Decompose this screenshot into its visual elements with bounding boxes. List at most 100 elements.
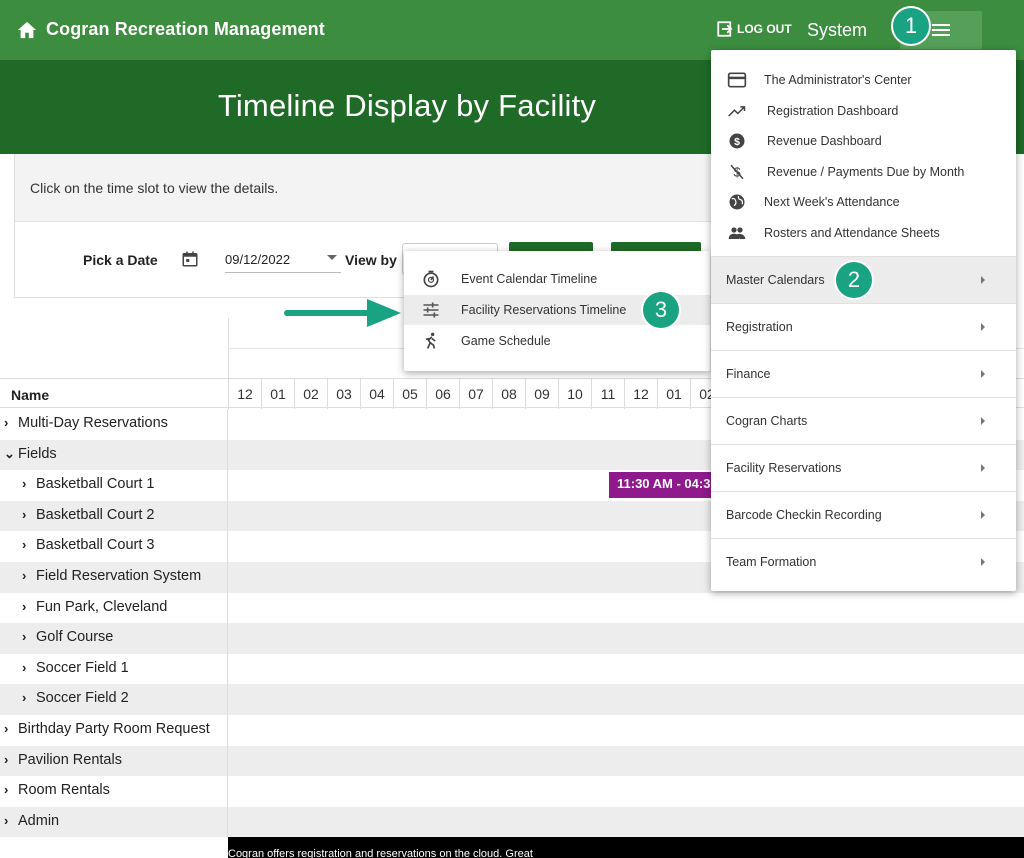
hour-label: 01 [261, 379, 294, 409]
row-label: Admin [18, 812, 60, 829]
menu-item-rosters-attendance[interactable]: Rosters and Attendance Sheets [711, 218, 1016, 248]
money-off-icon: $ [730, 165, 744, 180]
table-row[interactable]: › Soccer Field 2 [0, 684, 1024, 715]
chevron-right-icon[interactable]: › [22, 568, 32, 583]
menu-submenu-cogran-charts[interactable]: Cogran Charts [711, 398, 1016, 444]
row-name-cell[interactable]: › Multi-Day Reservations [0, 409, 228, 440]
hour-label: 08 [492, 379, 525, 409]
table-row[interactable]: › Admin [0, 806, 1024, 838]
chevron-right-icon[interactable]: › [22, 690, 32, 705]
system-label[interactable]: System [807, 20, 867, 41]
menu-item-administrators-center[interactable]: The Administrator's Center [711, 65, 1016, 95]
footer-banner: Cogran offers registration and reservati… [228, 837, 1024, 858]
pick-date-label: Pick a Date [83, 252, 158, 268]
row-name-cell[interactable]: › Basketball Court 1 [0, 470, 228, 501]
row-name-cell[interactable]: › Admin [0, 806, 228, 838]
chevron-right-icon [981, 417, 985, 425]
home-icon[interactable] [16, 20, 38, 40]
hour-label: 02 [294, 379, 327, 409]
row-name-cell[interactable]: › Golf Course [0, 623, 228, 654]
page-title: Timeline Display by Facility [217, 88, 597, 123]
menu-item-registration-dashboard[interactable]: Registration Dashboard [711, 96, 1016, 126]
menu-item-label: Revenue Dashboard [767, 134, 882, 148]
row-label: Fields [18, 445, 57, 462]
menu-submenu-facility-reservations[interactable]: Facility Reservations [711, 445, 1016, 491]
view-by-label: View by [345, 252, 397, 268]
logout-button[interactable]: LOG OUT [716, 20, 792, 38]
row-label: Soccer Field 2 [36, 690, 129, 707]
submenu-label: Game Schedule [461, 334, 551, 348]
hour-label: 10 [558, 379, 591, 409]
app-title[interactable]: Cogran Recreation Management [46, 19, 325, 40]
row-name-cell[interactable]: › Field Reservation System [0, 561, 228, 593]
chevron-right-icon [981, 276, 985, 284]
chevron-down-icon[interactable] [327, 255, 337, 260]
chevron-right-icon[interactable]: › [4, 813, 14, 828]
submenu-label: Event Calendar Timeline [461, 272, 598, 286]
chevron-right-icon[interactable]: › [4, 752, 14, 767]
logout-icon [717, 21, 733, 37]
menu-item-label: Registration Dashboard [767, 104, 899, 118]
row-label: Pavilion Rentals [18, 751, 122, 768]
submenu-title: Master Calendars [726, 273, 825, 287]
date-input[interactable]: 09/12/2022 [225, 245, 341, 273]
dollar-circle-icon: $ [729, 133, 745, 149]
menu-item-next-weeks-attendance[interactable]: Next Week's Attendance [711, 187, 1016, 217]
row-name-cell[interactable]: › Birthday Party Room Request [0, 714, 228, 746]
table-row[interactable]: › Soccer Field 1 [0, 653, 1024, 685]
trending-up-icon [728, 106, 746, 117]
table-row[interactable]: › Fun Park, Cleveland [0, 592, 1024, 624]
row-name-cell[interactable]: › Fun Park, Cleveland [0, 592, 228, 624]
chevron-right-icon [981, 558, 985, 566]
row-name-cell[interactable]: › Room Rentals [0, 776, 228, 807]
chevron-right-icon[interactable]: › [22, 537, 32, 552]
menu-item-revenue-dashboard[interactable]: $ Revenue Dashboard [711, 126, 1016, 156]
row-name-cell[interactable]: › Soccer Field 1 [0, 653, 228, 685]
row-name-cell[interactable]: › Basketball Court 3 [0, 531, 228, 562]
hour-label: 09 [525, 379, 558, 409]
row-name-cell[interactable]: › Soccer Field 2 [0, 684, 228, 715]
submenu-title: Finance [726, 367, 771, 381]
table-row[interactable]: › Golf Course [0, 623, 1024, 654]
hour-label: 06 [426, 379, 459, 409]
chevron-down-icon[interactable]: ⌄ [4, 446, 15, 462]
chevron-right-icon[interactable]: › [4, 782, 14, 797]
chevron-right-icon[interactable]: › [22, 660, 32, 675]
menu-submenu-finance[interactable]: Finance [711, 351, 1016, 397]
callout-badge-2: 2 [836, 262, 872, 298]
callout-badge-1: 1 [893, 8, 929, 44]
reservation-block[interactable]: 11:30 AM - 04:30 PM [609, 472, 711, 498]
menu-submenu-registration[interactable]: Registration [711, 304, 1016, 350]
submenu-item-event-calendar-timeline[interactable]: Event Calendar Timeline [404, 264, 710, 294]
system-dropdown-menu: The Administrator's Center Registration … [711, 50, 1016, 591]
arrow-pointer-icon [284, 299, 401, 327]
row-name-cell[interactable]: › Basketball Court 2 [0, 500, 228, 532]
table-row[interactable]: › Room Rentals [0, 776, 1024, 807]
hour-label: 04 [360, 379, 393, 409]
table-row[interactable]: › Birthday Party Room Request [0, 714, 1024, 746]
row-name-cell[interactable]: ⌄ Fields [0, 439, 228, 471]
chevron-right-icon[interactable]: › [4, 415, 14, 430]
submenu-title: Cogran Charts [726, 414, 808, 428]
submenu-title: Barcode Checkin Recording [726, 508, 882, 522]
chevron-right-icon[interactable]: › [4, 721, 14, 736]
row-label: Basketball Court 1 [36, 476, 155, 493]
row-label: Multi-Day Reservations [18, 415, 168, 431]
chevron-right-icon [981, 370, 985, 378]
row-label: Field Reservation System [36, 567, 202, 584]
globe-icon [729, 194, 745, 210]
chevron-right-icon [981, 511, 985, 519]
submenu-item-game-schedule[interactable]: Game Schedule [404, 326, 710, 356]
menu-item-revenue-payments-due[interactable]: $ Revenue / Payments Due by Month [711, 157, 1016, 187]
menu-submenu-barcode-checkin[interactable]: Barcode Checkin Recording [711, 492, 1016, 538]
menu-submenu-team-formation[interactable]: Team Formation [711, 539, 1016, 585]
row-label: Room Rentals [18, 782, 110, 799]
card-icon [727, 72, 747, 88]
chevron-right-icon[interactable]: › [22, 599, 32, 614]
chevron-right-icon[interactable]: › [22, 507, 32, 522]
chevron-right-icon[interactable]: › [22, 476, 32, 491]
table-row[interactable]: › Pavilion Rentals [0, 745, 1024, 777]
chevron-right-icon[interactable]: › [22, 629, 32, 644]
calendar-icon[interactable] [181, 250, 199, 268]
row-name-cell[interactable]: › Pavilion Rentals [0, 745, 228, 777]
